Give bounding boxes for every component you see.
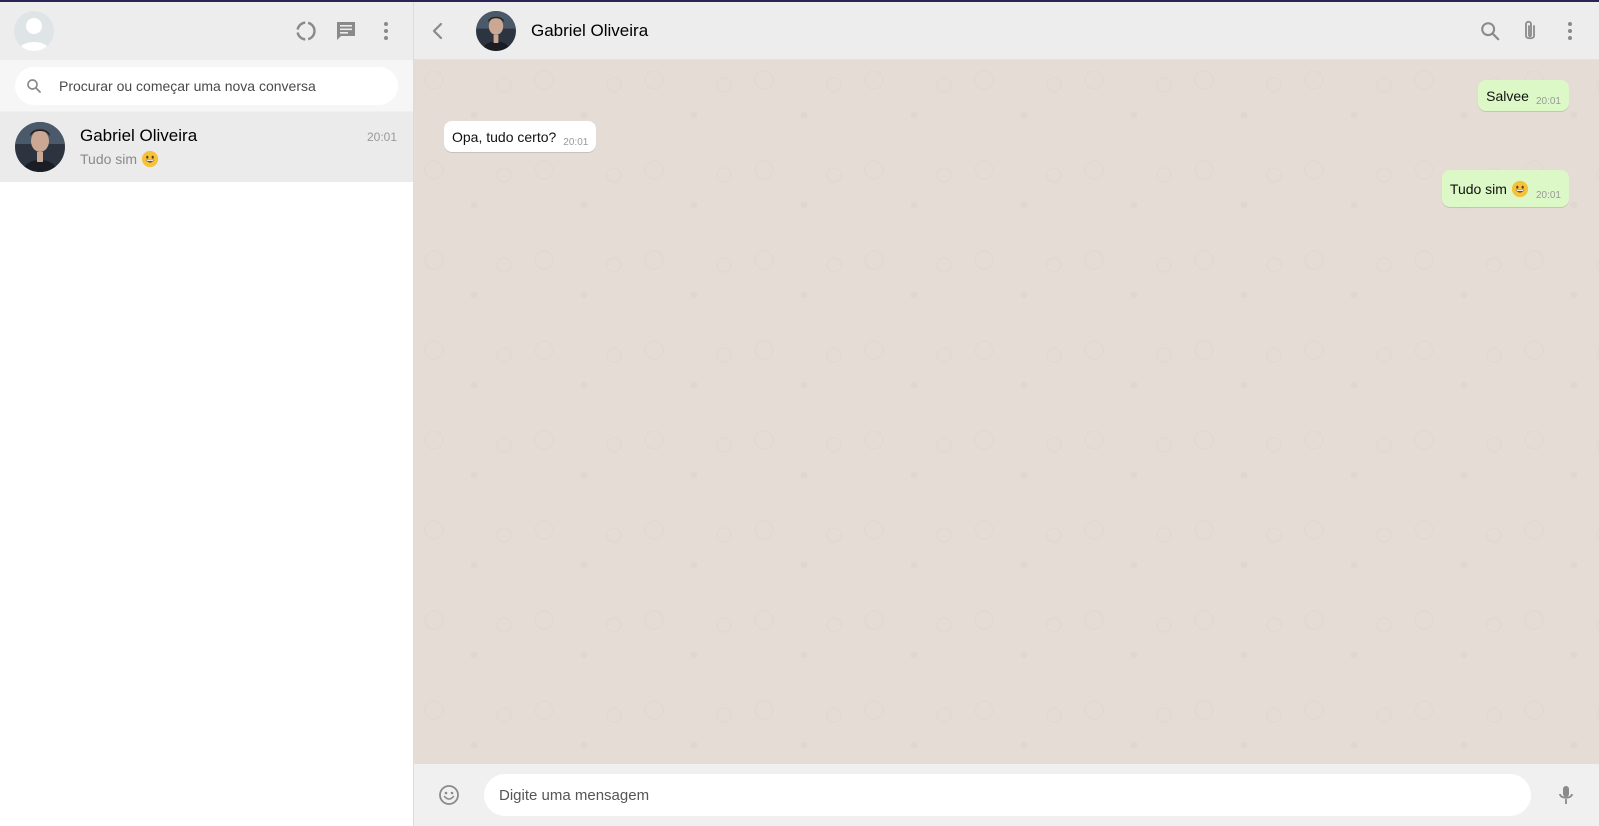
message-input[interactable] bbox=[484, 774, 1531, 816]
chat-info: Gabriel Oliveira 20:01 Tudo sim bbox=[80, 126, 397, 168]
chevron-left-icon bbox=[432, 22, 443, 39]
message-row: Tudo sim 20:01 bbox=[444, 170, 1569, 207]
smiley-icon bbox=[439, 785, 459, 805]
menu-icon bbox=[384, 22, 388, 40]
emoji-button[interactable] bbox=[436, 782, 462, 808]
default-avatar-icon bbox=[19, 18, 49, 51]
sidebar-header bbox=[0, 2, 413, 60]
message-text: Salvee bbox=[1486, 88, 1529, 104]
whatsapp-web-app: Gabriel Oliveira 20:01 Tudo sim bbox=[0, 2, 1599, 826]
chat-time: 20:01 bbox=[366, 130, 397, 144]
message-time: 20:01 bbox=[1535, 96, 1561, 107]
contact-avatar bbox=[15, 122, 65, 172]
contact-name[interactable]: Gabriel Oliveira bbox=[531, 21, 648, 41]
message-text: Opa, tudo certo? bbox=[452, 129, 557, 145]
microphone-icon bbox=[1559, 786, 1573, 804]
message-list: Salvee 20:01 Opa, tudo certo? 20:01 Tudo… bbox=[414, 60, 1599, 764]
sidebar-actions bbox=[293, 18, 399, 44]
outgoing-message[interactable]: Tudo sim 20:01 bbox=[1441, 170, 1569, 207]
status-button[interactable] bbox=[293, 18, 319, 44]
search-box bbox=[15, 66, 398, 105]
search-icon bbox=[27, 78, 41, 93]
message-row: Salvee 20:01 bbox=[444, 80, 1569, 111]
voice-message-button[interactable] bbox=[1553, 782, 1579, 808]
new-chat-button[interactable] bbox=[333, 18, 359, 44]
grinning-face-emoji-icon bbox=[141, 150, 159, 168]
back-button[interactable] bbox=[424, 17, 452, 45]
conversation-panel: Gabriel Oliveira Salvee 20:01 Opa, tudo … bbox=[414, 2, 1599, 826]
paperclip-icon bbox=[1525, 20, 1535, 39]
message-time: 20:01 bbox=[563, 137, 589, 148]
contact-header-avatar[interactable] bbox=[476, 10, 516, 51]
chat-list-item[interactable]: Gabriel Oliveira 20:01 Tudo sim bbox=[0, 112, 413, 182]
chat-list: Gabriel Oliveira 20:01 Tudo sim bbox=[0, 112, 413, 826]
attach-button[interactable] bbox=[1517, 18, 1543, 44]
chat-preview: Tudo sim bbox=[80, 150, 397, 168]
new-chat-icon bbox=[337, 22, 355, 40]
menu-icon bbox=[1568, 21, 1572, 40]
search-messages-button[interactable] bbox=[1477, 18, 1503, 44]
status-icon bbox=[296, 21, 316, 41]
outgoing-message[interactable]: Salvee 20:01 bbox=[1478, 80, 1569, 111]
chat-preview-text: Tudo sim bbox=[80, 151, 138, 167]
conversation-actions bbox=[1477, 18, 1583, 44]
my-avatar[interactable] bbox=[14, 11, 54, 51]
search-icon bbox=[1481, 21, 1500, 40]
sidebar-menu-button[interactable] bbox=[373, 18, 399, 44]
sidebar: Gabriel Oliveira 20:01 Tudo sim bbox=[0, 2, 414, 826]
conversation-menu-button[interactable] bbox=[1557, 18, 1583, 44]
message-text: Tudo sim bbox=[1450, 180, 1529, 198]
message-time: 20:01 bbox=[1535, 190, 1561, 201]
chat-name: Gabriel Oliveira bbox=[80, 126, 198, 145]
conversation-header: Gabriel Oliveira bbox=[414, 2, 1599, 60]
search-bar bbox=[0, 60, 413, 112]
search-input[interactable] bbox=[57, 76, 388, 95]
message-composer bbox=[414, 764, 1599, 826]
grinning-face-emoji-icon bbox=[1511, 180, 1529, 198]
message-row: Opa, tudo certo? 20:01 bbox=[444, 121, 1569, 152]
incoming-message[interactable]: Opa, tudo certo? 20:01 bbox=[444, 121, 597, 152]
message-text-content: Tudo sim bbox=[1449, 181, 1507, 197]
